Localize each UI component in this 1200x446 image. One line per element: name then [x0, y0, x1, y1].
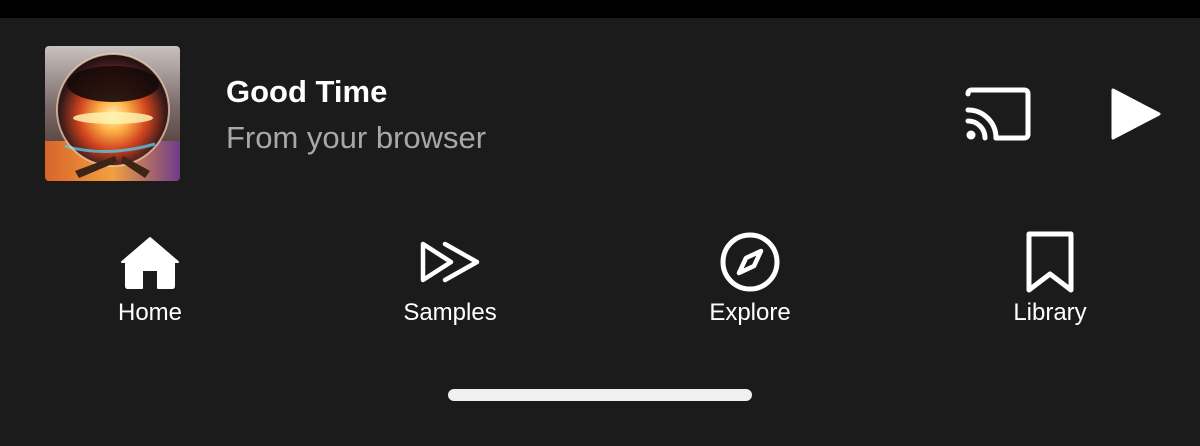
nav-item-samples[interactable]: Samples	[350, 220, 550, 340]
cast-icon	[965, 87, 1031, 141]
nav-item-explore[interactable]: Explore	[650, 220, 850, 340]
samples-icon	[420, 241, 480, 283]
nav-label-samples: Samples	[403, 299, 497, 326]
app-screen: Good Time From your browser Home Samples…	[0, 0, 1200, 446]
album-art-image	[45, 46, 180, 181]
mini-player[interactable]: Good Time From your browser	[0, 18, 1200, 208]
nav-label-explore: Explore	[709, 299, 791, 326]
nav-label-home: Home	[117, 299, 183, 326]
track-subtitle: From your browser	[226, 120, 487, 155]
play-button[interactable]	[1106, 86, 1166, 142]
album-art[interactable]	[45, 46, 180, 181]
status-bar-strip	[0, 0, 1200, 18]
nav-label-library: Library	[1013, 299, 1087, 326]
bookmark-icon	[1026, 231, 1074, 293]
track-title: Good Time	[226, 74, 388, 109]
bottom-navigation: Home Samples Explore Library	[0, 220, 1200, 340]
home-indicator[interactable]	[448, 389, 752, 401]
nav-item-home[interactable]: Home	[50, 220, 250, 340]
play-icon	[1111, 88, 1161, 140]
cast-button[interactable]	[962, 86, 1032, 142]
compass-icon	[720, 232, 780, 292]
nav-item-library[interactable]: Library	[950, 220, 1150, 340]
home-icon	[121, 237, 179, 289]
